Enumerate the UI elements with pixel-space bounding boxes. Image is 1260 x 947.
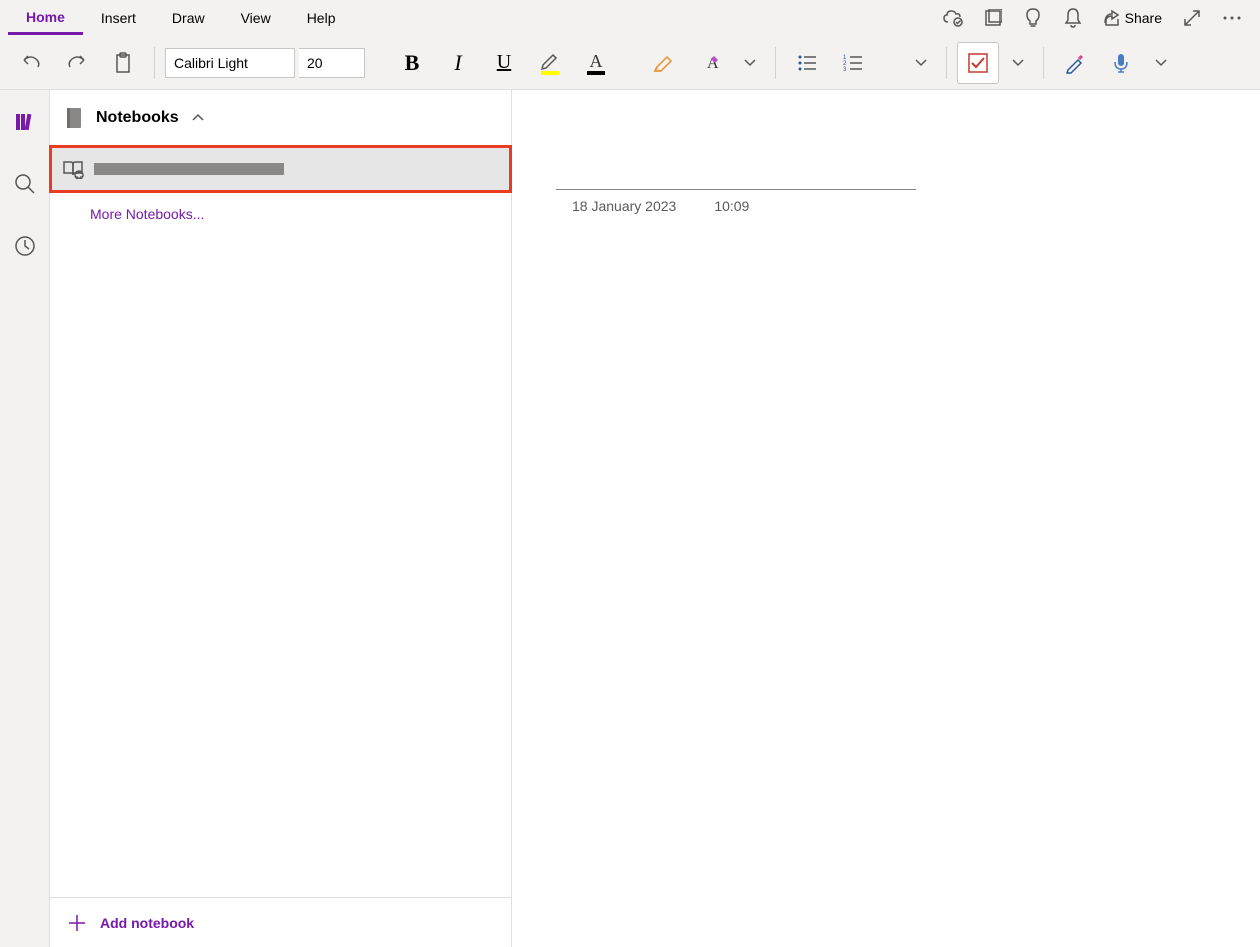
main-area: Notebooks More Notebooks... Add notebook [0,90,1260,947]
plus-icon [68,914,86,932]
undo-button[interactable] [10,44,52,82]
notebook-sync-icon [62,159,84,179]
share-icon [1103,9,1121,27]
more-notebooks-link[interactable]: More Notebooks... [50,192,511,236]
voice-dropdown-icon[interactable] [1146,44,1176,82]
page-meta: 18 January 2023 10:09 [556,198,1216,214]
notebooks-panel-header[interactable]: Notebooks [50,90,511,146]
tab-help[interactable]: Help [289,1,354,35]
search-rail-button[interactable] [5,164,45,204]
clock-icon [14,235,36,257]
font-name-input[interactable]: Calibri Light [165,48,295,78]
page-title-input[interactable] [556,140,916,190]
chevron-up-icon [191,113,205,123]
notebook-item-selected[interactable] [50,146,511,192]
books-icon [14,111,36,133]
navigation-rail [0,90,50,947]
clear-formatting-button[interactable] [643,44,685,82]
tab-view[interactable]: View [223,1,289,35]
numbered-list-button[interactable]: 123 [832,44,874,82]
add-notebook-label: Add notebook [100,915,194,931]
font-size-input[interactable]: 20 [299,48,365,78]
ribbon-toolbar: Calibri Light 20 B I U A A 123 [0,36,1260,90]
notebook-name-redacted [94,163,284,175]
panel-header-title: Notebooks [96,109,179,127]
italic-button[interactable]: I [437,44,479,82]
svg-text:3: 3 [843,67,847,72]
dictate-button[interactable] [1100,44,1142,82]
notification-bell-icon[interactable] [1053,0,1093,36]
tab-insert[interactable]: Insert [83,1,154,35]
redo-button[interactable] [56,44,98,82]
fullscreen-icon[interactable] [1172,0,1212,36]
bold-button[interactable]: B [391,44,433,82]
add-notebook-button[interactable]: Add notebook [50,897,511,947]
format-painter-button[interactable]: A [689,44,731,82]
tags-dropdown-icon[interactable] [1003,44,1033,82]
page-date: 18 January 2023 [572,198,676,214]
tab-bar: Home Insert Draw View Help Share [0,0,1260,36]
notebook-icon [64,107,84,129]
feed-icon[interactable] [973,0,1013,36]
recent-rail-button[interactable] [5,226,45,266]
notebooks-rail-button[interactable] [5,102,45,142]
notebook-panel: Notebooks More Notebooks... Add notebook [50,90,512,947]
page-canvas[interactable]: 18 January 2023 10:09 [512,90,1260,947]
todo-tag-button[interactable] [957,42,999,84]
cloud-sync-icon[interactable] [933,0,973,36]
search-icon [14,173,36,195]
page-time: 10:09 [714,198,749,214]
bullet-list-button[interactable] [786,44,828,82]
tab-home[interactable]: Home [8,1,83,35]
svg-text:A: A [590,51,603,71]
share-label: Share [1125,10,1162,26]
share-button[interactable]: Share [1093,0,1172,36]
tab-draw[interactable]: Draw [154,1,223,35]
font-color-button[interactable]: A [575,44,617,82]
highlight-button[interactable] [529,44,571,82]
ink-pen-button[interactable] [1054,44,1096,82]
underline-button[interactable]: U [483,44,525,82]
clipboard-button[interactable] [102,44,144,82]
more-options-icon[interactable] [1212,0,1252,36]
font-dropdown-icon[interactable] [735,44,765,82]
lightbulb-icon[interactable] [1013,0,1053,36]
paragraph-dropdown-icon[interactable] [906,44,936,82]
